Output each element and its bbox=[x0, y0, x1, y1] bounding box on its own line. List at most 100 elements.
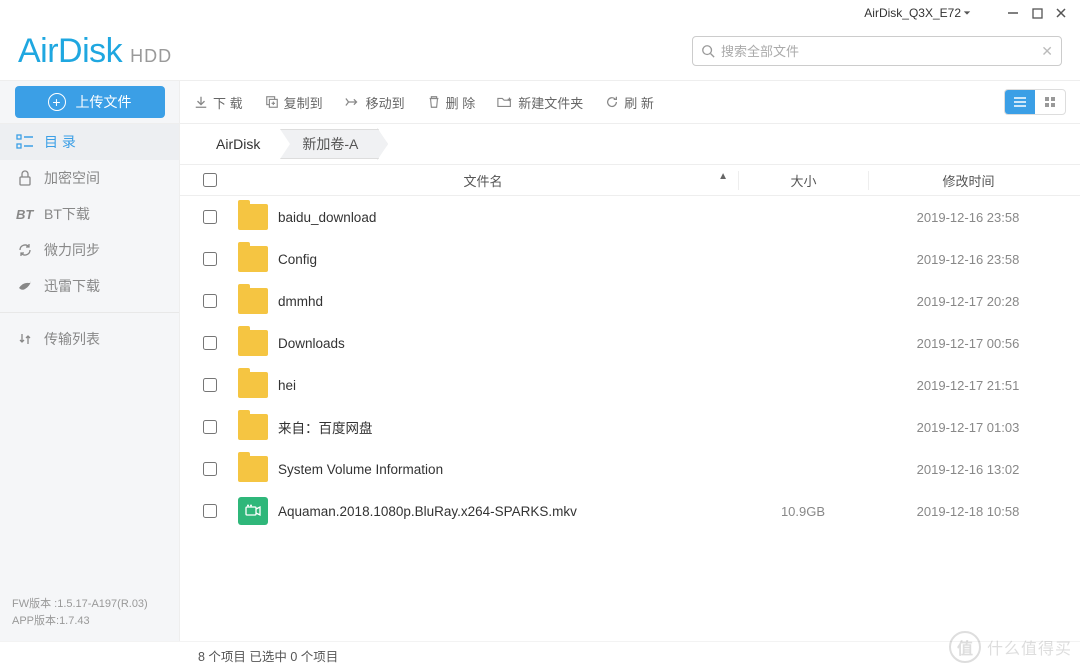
file-row[interactable]: Downloads 2019-12-17 00:56 bbox=[180, 322, 1080, 364]
file-time: 2019-12-17 21:51 bbox=[868, 378, 1068, 393]
row-checkbox[interactable] bbox=[192, 504, 228, 518]
sidebar-item-sync[interactable]: 微力同步 bbox=[0, 232, 179, 268]
file-row[interactable]: dmmhd2019-12-17 20:28 bbox=[180, 280, 1080, 322]
file-time: 2019-12-16 13:02 bbox=[868, 462, 1068, 477]
logo-sub: HDD bbox=[130, 46, 172, 67]
refresh-icon bbox=[605, 95, 619, 109]
search-icon bbox=[701, 44, 715, 58]
watermark: 值 什么值得买 bbox=[949, 631, 1072, 663]
row-checkbox[interactable] bbox=[192, 210, 228, 224]
list-view-button[interactable] bbox=[1005, 90, 1035, 114]
file-time: 2019-12-18 10:58 bbox=[868, 504, 1068, 519]
watermark-badge-icon: 值 bbox=[949, 631, 981, 663]
sidebar-header: + 上传文件 bbox=[0, 81, 180, 123]
file-row[interactable]: baidu_download 2019-12-16 23:58 bbox=[180, 196, 1080, 238]
sidebar-item-transfer[interactable]: 传输列表 bbox=[0, 321, 179, 357]
sync-icon bbox=[16, 242, 34, 258]
new-folder-icon bbox=[497, 95, 513, 109]
file-name: dmmhd bbox=[278, 294, 738, 309]
file-row[interactable]: 来自：百度网盘 2019-12-17 01:03 bbox=[180, 406, 1080, 448]
list-icon bbox=[16, 134, 34, 150]
delete-button[interactable]: 删 除 bbox=[427, 93, 476, 112]
column-time[interactable]: 修改时间 bbox=[868, 171, 1068, 190]
folder-icon bbox=[238, 372, 268, 398]
folder-icon bbox=[238, 456, 268, 482]
close-button[interactable] bbox=[1054, 6, 1068, 20]
file-time: 2019-12-17 00:56 bbox=[868, 336, 1068, 351]
row-checkbox[interactable] bbox=[192, 336, 228, 350]
status-bar: 8 个项目 已选中 0 个项目 bbox=[0, 641, 1080, 669]
crumb-root[interactable]: AirDisk bbox=[198, 129, 280, 159]
sidebar-item-encrypted[interactable]: 加密空间 bbox=[0, 160, 179, 196]
sidebar: 目 录 加密空间 BT BT下载 微力同步 迅雷下载 传输列表 FW版本 :1.… bbox=[0, 124, 180, 641]
file-size: 10.9GB bbox=[738, 504, 868, 519]
file-name: Config bbox=[278, 252, 738, 267]
minimize-button[interactable] bbox=[1006, 6, 1020, 20]
logo-main: AirDisk bbox=[18, 32, 122, 71]
file-name: System Volume Information bbox=[278, 462, 738, 477]
row-checkbox[interactable] bbox=[192, 378, 228, 392]
row-checkbox[interactable] bbox=[192, 462, 228, 476]
view-toggle bbox=[1004, 89, 1066, 115]
folder-icon bbox=[238, 330, 268, 356]
file-row[interactable]: System Volume Information 2019-12-16 13:0… bbox=[180, 448, 1080, 490]
column-size[interactable]: 大小 bbox=[738, 171, 868, 190]
sidebar-footer: FW版本 :1.5.17-A197(R.03) APP版本:1.7.43 bbox=[0, 586, 179, 641]
app-logo: AirDisk HDD bbox=[18, 32, 172, 71]
move-icon bbox=[345, 95, 361, 109]
row-checkbox[interactable] bbox=[192, 294, 228, 308]
file-name: 来自：百度网盘 bbox=[278, 417, 738, 437]
file-row[interactable]: Aquaman.2018.1080p.BluRay.x264-SPARKS.mk… bbox=[180, 490, 1080, 532]
watermark-text: 什么值得买 bbox=[987, 635, 1072, 659]
crumb-current[interactable]: 新加卷-A bbox=[280, 129, 379, 159]
folder-icon bbox=[238, 204, 268, 230]
download-icon bbox=[194, 95, 208, 109]
file-name: Downloads bbox=[278, 336, 738, 351]
nav-divider bbox=[0, 312, 179, 313]
device-name: AirDisk_Q3X_E72 bbox=[864, 6, 961, 20]
new-folder-button[interactable]: 新建文件夹 bbox=[497, 93, 583, 112]
sidebar-item-directory[interactable]: 目 录 bbox=[0, 124, 179, 160]
device-selector[interactable]: AirDisk_Q3X_E72 bbox=[864, 6, 971, 20]
row-checkbox[interactable] bbox=[192, 252, 228, 266]
bt-icon: BT bbox=[16, 207, 34, 222]
file-name: baidu_download bbox=[278, 210, 738, 225]
search-box[interactable]: ✕ bbox=[692, 36, 1062, 66]
grid-view-button[interactable] bbox=[1035, 90, 1065, 114]
column-name[interactable]: 文件名▲ bbox=[228, 171, 738, 190]
toolbar-actions: 下 载 复制到 移动到 删 除 新建文件夹 刷 新 bbox=[180, 81, 1080, 123]
list-view-icon bbox=[1013, 96, 1027, 108]
upload-label: 上传文件 bbox=[76, 92, 132, 112]
sidebar-item-thunder[interactable]: 迅雷下载 bbox=[0, 268, 179, 304]
transfer-icon bbox=[16, 331, 34, 347]
upload-button[interactable]: + 上传文件 bbox=[15, 86, 165, 118]
trash-icon bbox=[427, 95, 441, 109]
row-checkbox[interactable] bbox=[192, 420, 228, 434]
chevron-down-icon bbox=[963, 9, 971, 17]
grid-view-icon bbox=[1044, 96, 1056, 108]
file-row[interactable]: Config 2019-12-16 23:58 bbox=[180, 238, 1080, 280]
refresh-button[interactable]: 刷 新 bbox=[605, 93, 654, 112]
file-row[interactable]: hei2019-12-17 21:51 bbox=[180, 364, 1080, 406]
fw-version: FW版本 :1.5.17-A197(R.03) bbox=[12, 596, 167, 614]
file-time: 2019-12-17 01:03 bbox=[868, 420, 1068, 435]
move-to-button[interactable]: 移动到 bbox=[345, 93, 405, 112]
sidebar-item-bt[interactable]: BT BT下载 bbox=[0, 196, 179, 232]
search-input[interactable] bbox=[721, 44, 1035, 59]
copy-to-button[interactable]: 复制到 bbox=[265, 93, 323, 112]
app-version: APP版本:1.7.43 bbox=[12, 613, 167, 631]
download-button[interactable]: 下 载 bbox=[194, 93, 243, 112]
file-name: Aquaman.2018.1080p.BluRay.x264-SPARKS.mk… bbox=[278, 504, 738, 519]
bird-icon bbox=[16, 278, 34, 294]
clear-search-icon[interactable]: ✕ bbox=[1041, 43, 1053, 60]
select-all-checkbox[interactable] bbox=[192, 173, 228, 187]
toolbar: + 上传文件 下 载 复制到 移动到 删 除 新建文件夹 刷 新 bbox=[0, 80, 1080, 124]
window-titlebar: AirDisk_Q3X_E72 bbox=[0, 0, 1080, 22]
file-time: 2019-12-16 23:58 bbox=[868, 210, 1068, 225]
maximize-button[interactable] bbox=[1030, 6, 1044, 20]
video-file-icon bbox=[238, 497, 268, 525]
folder-icon bbox=[238, 246, 268, 272]
breadcrumb: AirDisk 新加卷-A bbox=[180, 124, 1080, 164]
file-time: 2019-12-16 23:58 bbox=[868, 252, 1068, 267]
folder-icon bbox=[238, 288, 268, 314]
